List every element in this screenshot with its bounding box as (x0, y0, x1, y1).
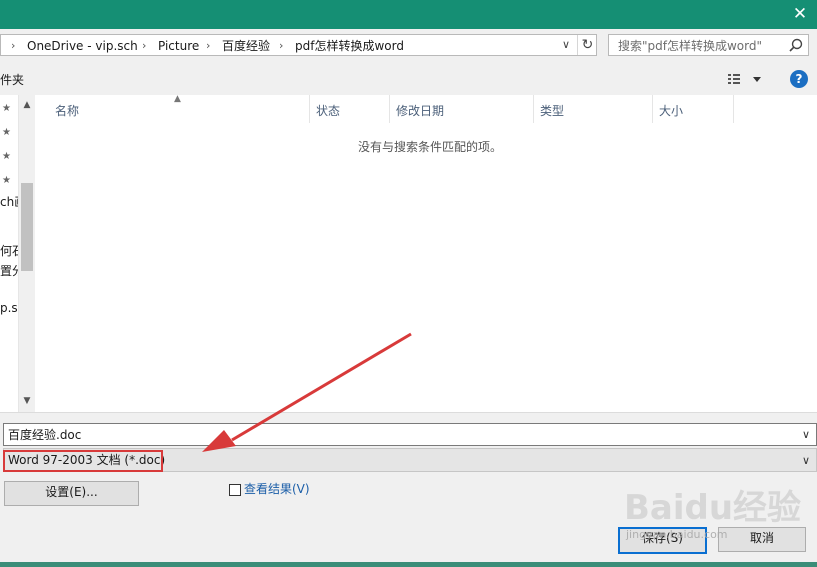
nav-scrollbar[interactable]: ▲ ▼ (18, 95, 34, 412)
column-divider[interactable] (652, 95, 653, 123)
nav-item[interactable]: ch画 (0, 194, 18, 210)
filename-field[interactable]: 百度经验.doc ∨ (3, 423, 817, 446)
close-icon[interactable]: ✕ (783, 0, 817, 29)
watermark: Baidu经验 jingyan.baidu.com (624, 480, 814, 542)
refresh-icon[interactable]: ↻ (577, 35, 597, 55)
pin-icon[interactable]: ★ (2, 102, 16, 116)
column-header-size[interactable]: 大小 (659, 103, 683, 119)
column-divider[interactable] (533, 95, 534, 123)
chevron-down-icon[interactable]: ∨ (799, 427, 813, 443)
settings-button[interactable]: 设置(E)... (4, 481, 139, 506)
address-bar[interactable]: › OneDrive - vip.sch › Picture › 百度经验 › … (0, 34, 597, 56)
window-bottom-edge (0, 562, 817, 567)
pin-icon[interactable]: ★ (2, 150, 16, 164)
chevron-down-icon[interactable]: ∨ (799, 453, 813, 468)
column-divider[interactable] (309, 95, 310, 123)
pin-icon[interactable]: ★ (2, 174, 16, 188)
breadcrumb-item-picture[interactable]: Picture (158, 38, 199, 54)
breadcrumb-chevron-icon[interactable]: › (11, 38, 15, 54)
breadcrumb-item-onedrive[interactable]: OneDrive - vip.sch (27, 38, 138, 54)
search-placeholder: 搜索"pdf怎样转换成word" (618, 39, 762, 53)
toolbar (0, 62, 817, 95)
breadcrumb-item-current[interactable]: pdf怎样转换成word (295, 38, 404, 54)
column-header-name[interactable]: 名称 (55, 103, 79, 119)
file-list[interactable]: ▲ 名称 状态 修改日期 类型 大小 没有与搜索条件匹配的项。 (35, 95, 817, 412)
column-header-type[interactable]: 类型 (540, 103, 564, 119)
search-input[interactable]: 搜索"pdf怎样转换成word" (608, 34, 809, 56)
view-results-label[interactable]: 查看结果(V) (244, 481, 310, 497)
breadcrumb-item-baidu[interactable]: 百度经验 (222, 38, 270, 54)
scroll-up-icon[interactable]: ▲ (19, 99, 35, 111)
nav-item[interactable]: 置分 (0, 263, 18, 279)
breadcrumb-chevron-icon[interactable]: › (206, 38, 210, 54)
title-bar: ✕ (0, 0, 817, 29)
filename-value[interactable]: 百度经验.doc (8, 427, 81, 443)
address-dropdown-icon[interactable]: ∨ (557, 35, 575, 55)
breadcrumb-chevron-icon[interactable]: › (142, 38, 146, 54)
pin-icon[interactable]: ★ (2, 126, 16, 140)
view-results-checkbox[interactable] (229, 484, 241, 496)
column-divider[interactable] (733, 95, 734, 123)
scrollbar-thumb[interactable] (21, 183, 33, 271)
annotation-highlight-box (3, 450, 163, 472)
new-folder-button[interactable]: 件夹 (0, 72, 24, 88)
search-icon[interactable] (787, 37, 805, 55)
column-divider[interactable] (389, 95, 390, 123)
watermark-brand: Baidu经验 (624, 488, 802, 528)
nav-item[interactable]: p.sc (0, 300, 18, 316)
nav-item[interactable]: 何石 (0, 243, 18, 259)
watermark-url: jingyan.baidu.com (626, 528, 728, 541)
column-header-status[interactable]: 状态 (316, 103, 340, 119)
column-header-date[interactable]: 修改日期 (396, 103, 444, 119)
breadcrumb-chevron-icon[interactable]: › (279, 38, 283, 54)
view-options-icon[interactable] (727, 70, 767, 88)
help-icon[interactable]: ? (790, 70, 808, 88)
sort-ascending-icon: ▲ (174, 94, 181, 104)
empty-list-message: 没有与搜索条件匹配的项。 (358, 140, 503, 154)
scroll-down-icon[interactable]: ▼ (19, 395, 35, 407)
